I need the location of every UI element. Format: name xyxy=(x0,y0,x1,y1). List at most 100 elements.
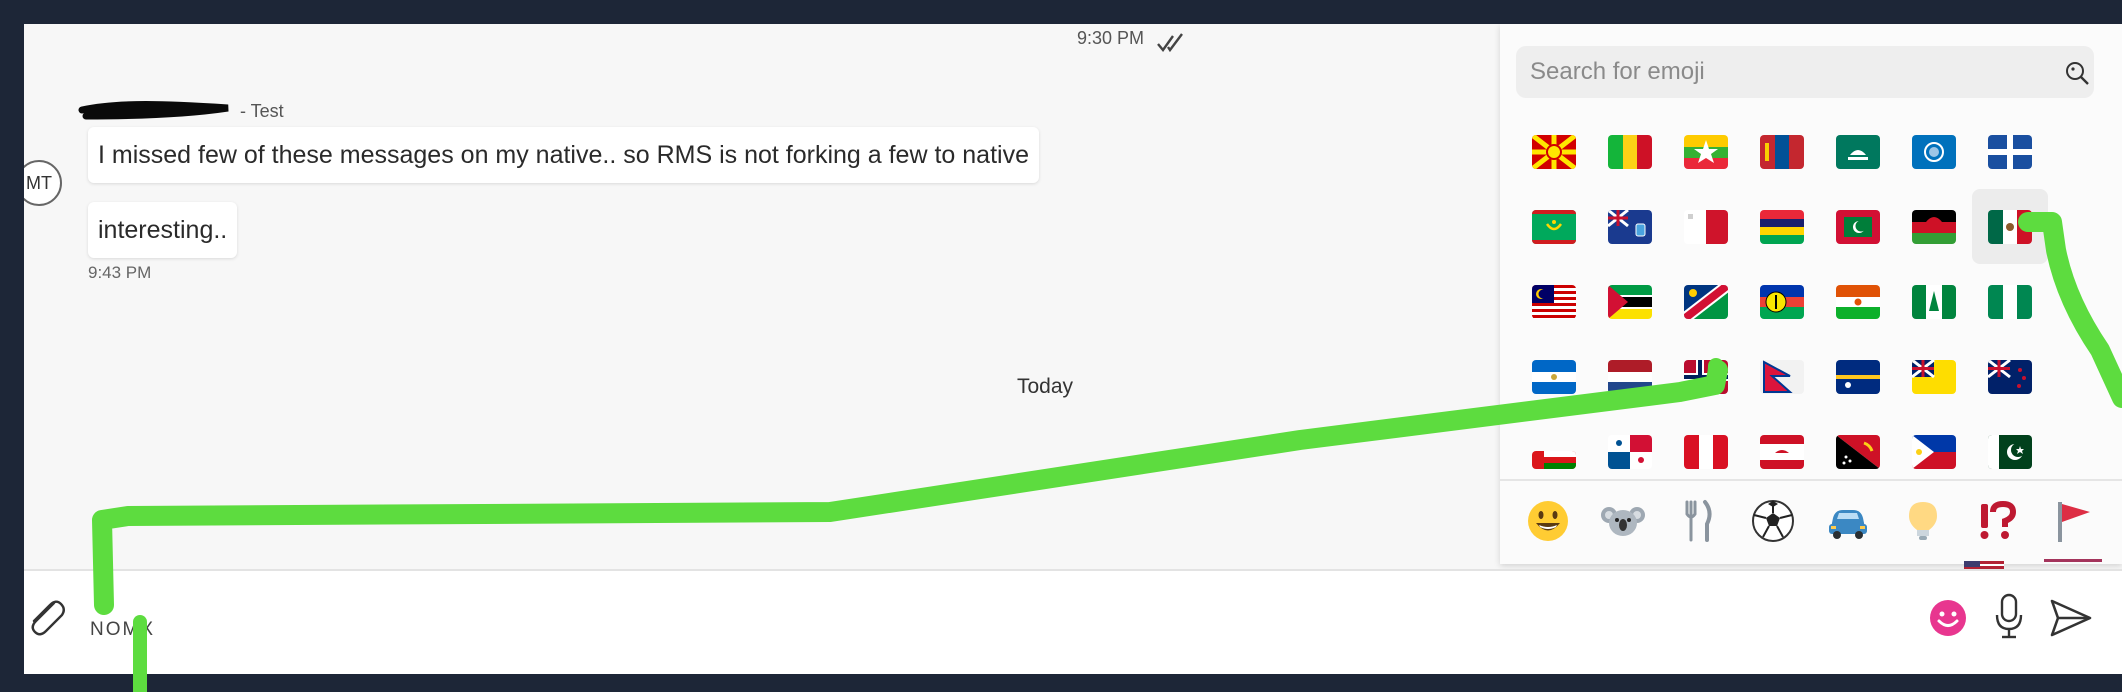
flag-emoji-peru[interactable] xyxy=(1668,414,1744,489)
flag-emoji-papua-new-guinea[interactable] xyxy=(1820,414,1896,489)
flag-emoji-mexico[interactable] xyxy=(1972,189,2048,264)
flag-emoji-new-caledonia[interactable] xyxy=(1744,264,1820,339)
flag-emoji-nauru[interactable] xyxy=(1820,339,1896,414)
nicaragua-flag-icon xyxy=(1532,359,1576,394)
flag-emoji-macao[interactable] xyxy=(1820,114,1896,189)
mongolia-flag-icon xyxy=(1760,134,1804,169)
category-smileys[interactable] xyxy=(1525,498,1571,544)
mauritius-flag-icon xyxy=(1760,209,1804,244)
category-animals[interactable] xyxy=(1600,498,1646,544)
new-caledonia-flag-icon xyxy=(1760,284,1804,319)
car-icon xyxy=(1828,510,1867,539)
flag-emoji-mauritania[interactable] xyxy=(1516,189,1592,264)
pakistan-flag-icon xyxy=(1988,434,2032,469)
flag-emoji-pakistan[interactable] xyxy=(1972,414,2048,489)
panama-flag-icon xyxy=(1608,434,1652,469)
myanmar-flag-icon xyxy=(1684,134,1728,169)
mexico-flag-icon xyxy=(1988,209,2032,244)
paperclip-icon[interactable] xyxy=(24,591,66,641)
category-divider xyxy=(1500,479,2122,481)
flag-emoji-montserrat[interactable] xyxy=(1592,189,1668,264)
message-composer: NOMX xyxy=(24,569,2122,674)
message-bubble[interactable]: interesting.. xyxy=(88,202,238,258)
emoji-picker xyxy=(1500,24,2122,571)
message-timestamp: 9:43 PM xyxy=(88,263,152,282)
norfolk-island-flag-icon xyxy=(1912,284,1956,319)
flag-emoji-new-zealand[interactable] xyxy=(1972,339,2048,414)
flag-emoji-namibia[interactable] xyxy=(1668,264,1744,339)
mali-flag-icon xyxy=(1608,134,1652,169)
mauritania-flag-icon xyxy=(1532,209,1576,244)
flag-emoji-myanmar[interactable] xyxy=(1668,114,1744,189)
flag-emoji-malta[interactable] xyxy=(1668,189,1744,264)
flag-emoji-maldives[interactable] xyxy=(1820,189,1896,264)
flag-emoji-mozambique[interactable] xyxy=(1592,264,1668,339)
flag-emoji-netherlands[interactable] xyxy=(1592,339,1668,414)
flag-emoji-nicaragua[interactable] xyxy=(1516,339,1592,414)
avatar[interactable]: MT xyxy=(24,160,62,206)
nigeria-flag-icon xyxy=(1988,284,2032,319)
flag-emoji-north-macedonia[interactable] xyxy=(1516,114,1592,189)
flag-emoji-philippines[interactable] xyxy=(1896,414,1972,489)
flag-emoji-mongolia[interactable] xyxy=(1744,114,1820,189)
flag-emoji-mali[interactable] xyxy=(1592,114,1668,189)
flag-emoji-norfolk-island[interactable] xyxy=(1896,264,1972,339)
malawi-flag-icon xyxy=(1912,209,1956,244)
flag-emoji-martinique[interactable] xyxy=(1972,114,2048,189)
flag-emoji-nepal[interactable] xyxy=(1744,339,1820,414)
flag-emoji-mauritius[interactable] xyxy=(1744,189,1820,264)
philippines-flag-icon xyxy=(1912,434,1956,469)
flag-emoji-niue[interactable] xyxy=(1896,339,1972,414)
category-symbols[interactable] xyxy=(1975,498,2021,544)
top-timestamp: 9:30 PM xyxy=(1077,28,1145,48)
papua-new-guinea-flag-icon xyxy=(1836,434,1880,469)
flag-emoji-northern-mariana-islands[interactable] xyxy=(1896,114,1972,189)
french-polynesia-flag-icon xyxy=(1760,434,1804,469)
north-macedonia-flag-icon xyxy=(1532,134,1576,169)
niue-flag-icon xyxy=(1912,359,1956,394)
message-input[interactable]: NOMX xyxy=(90,619,155,641)
category-travel[interactable] xyxy=(1825,498,1871,544)
macao-flag-icon xyxy=(1836,134,1880,169)
montserrat-flag-icon xyxy=(1608,209,1652,244)
category-food[interactable] xyxy=(1675,498,1721,544)
oman-flag-icon xyxy=(1532,450,1576,469)
message-bubble[interactable]: I missed few of these messages on my nat… xyxy=(88,127,1039,183)
namibia-flag-icon xyxy=(1684,284,1728,319)
category-objects[interactable] xyxy=(1900,498,1946,544)
nepal-flag-icon xyxy=(1760,359,1804,394)
day-divider: Today xyxy=(1017,375,1074,398)
new-zealand-flag-icon xyxy=(1988,359,2032,394)
northern-mariana-islands-flag-icon xyxy=(1912,134,1956,169)
emoji-category-bar xyxy=(1510,486,2110,562)
malaysia-flag-icon xyxy=(1532,284,1576,319)
category-flags[interactable] xyxy=(2043,498,2102,562)
smiley-icon xyxy=(1527,501,1568,541)
read-receipt-icon xyxy=(1157,33,1183,53)
flag-emoji-panama[interactable] xyxy=(1592,414,1668,489)
microphone-icon[interactable] xyxy=(1992,591,2026,643)
chat-window: 9:30 PM - Test MT I missed few of these … xyxy=(24,24,2122,674)
flag-emoji-french-polynesia[interactable] xyxy=(1744,414,1820,489)
flag-emoji-nigeria[interactable] xyxy=(1972,264,2048,339)
flag-emoji-malaysia[interactable] xyxy=(1516,264,1592,339)
search-icon xyxy=(2066,62,2089,85)
fork-knife-icon xyxy=(1685,500,1712,542)
flag-emoji-oman[interactable] xyxy=(1516,414,1592,489)
nauru-flag-icon xyxy=(1836,359,1880,394)
peru-flag-icon xyxy=(1684,434,1728,469)
mozambique-flag-icon xyxy=(1608,284,1652,319)
flag-emoji-grid xyxy=(1516,114,2116,484)
flag-icon xyxy=(2057,502,2090,542)
maldives-flag-icon xyxy=(1836,209,1880,244)
soccer-ball-icon xyxy=(1751,500,1794,542)
emoji-search-input[interactable] xyxy=(1516,46,2094,98)
flag-emoji-norway[interactable] xyxy=(1668,339,1744,414)
emoji-picker-toggle-icon[interactable] xyxy=(1928,598,1968,638)
malta-flag-icon xyxy=(1684,209,1728,244)
flag-emoji-niger[interactable] xyxy=(1820,264,1896,339)
flag-emoji-malawi[interactable] xyxy=(1896,189,1972,264)
category-activities[interactable] xyxy=(1750,498,1796,544)
koala-icon xyxy=(1600,507,1645,536)
send-icon[interactable] xyxy=(2048,595,2094,641)
